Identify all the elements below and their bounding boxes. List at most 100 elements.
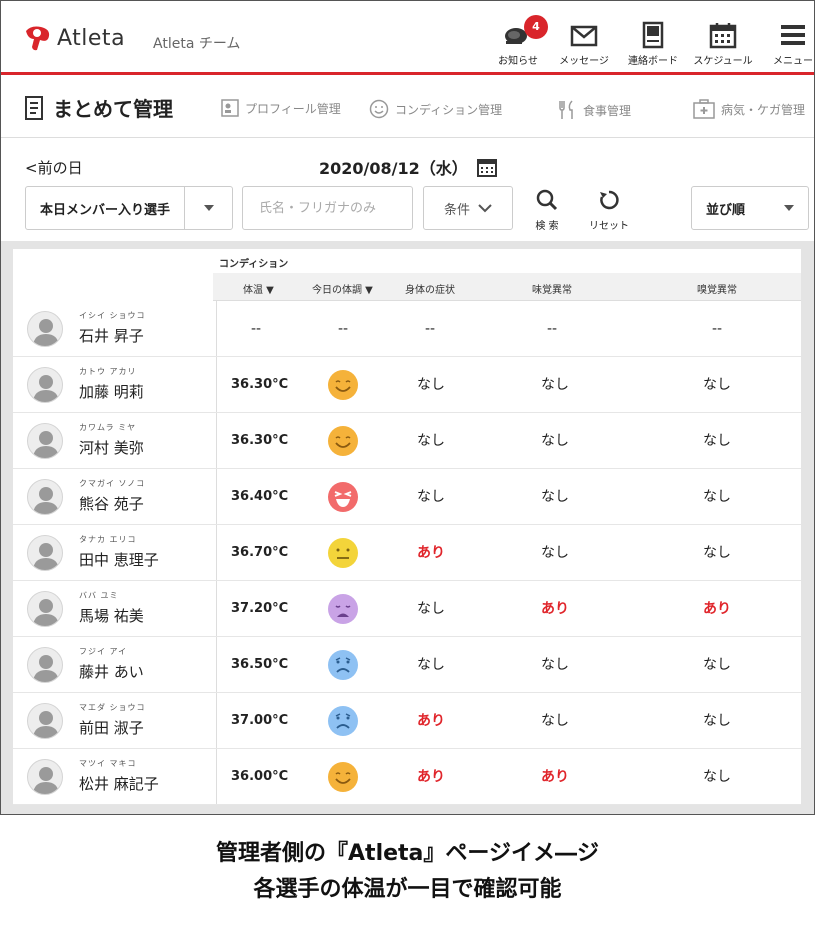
- smell-cell: なし: [703, 377, 731, 393]
- table-row[interactable]: タナカ エリコ 田中 恵理子 36.70°C あり なし なし: [13, 525, 801, 581]
- calendar-icon[interactable]: [476, 156, 498, 178]
- smell-cell: なし: [703, 545, 731, 561]
- player-name[interactable]: 河村 美弥: [79, 437, 144, 458]
- tab-illness[interactable]: 病気・ケガ管理: [693, 99, 805, 119]
- column-divider: [216, 469, 217, 524]
- search-label: 検 索: [535, 221, 559, 232]
- smell-cell: あり: [703, 601, 731, 617]
- nav-menu[interactable]: メニュー: [763, 21, 814, 67]
- table-row[interactable]: クマガイ ソノコ 熊谷 苑子 36.40°C なし なし なし: [13, 469, 801, 525]
- sort-select[interactable]: 並び順: [691, 186, 809, 230]
- nav-label: 連絡ボード: [628, 56, 678, 67]
- column-header-symptom: 身体の症状: [405, 285, 455, 296]
- temperature-cell: 36.40°C: [231, 489, 289, 504]
- table-row[interactable]: カワムラ ミヤ 河村 美弥 36.30°C なし なし なし: [13, 413, 801, 469]
- taste-cell: あり: [541, 769, 569, 785]
- search-icon: [536, 189, 558, 211]
- table-row[interactable]: カトウ アカリ 加藤 明莉 36.30°C なし なし なし: [13, 357, 801, 413]
- table-row[interactable]: フジイ アイ 藤井 あい 36.50°C なし なし なし: [13, 637, 801, 693]
- player-name[interactable]: 田中 恵理子: [79, 549, 159, 570]
- taste-cell: --: [547, 321, 558, 337]
- smell-cell: なし: [703, 657, 731, 673]
- nav-board[interactable]: 連絡ボード: [623, 21, 683, 67]
- reset-button[interactable]: リセット: [589, 189, 629, 232]
- avatar: [27, 703, 63, 739]
- tab-profile[interactable]: プロフィール管理: [221, 99, 341, 117]
- table-row[interactable]: マエダ ショウコ 前田 淑子 37.00°C あり なし なし: [13, 693, 801, 749]
- mood-empty: --: [338, 321, 349, 337]
- player-name[interactable]: 松井 麻記子: [79, 773, 159, 794]
- player-kana: カトウ アカリ: [79, 367, 137, 376]
- envelope-icon: [570, 25, 598, 47]
- chevron-left-icon: <: [25, 159, 38, 177]
- column-header-temp[interactable]: 体温 ▼: [243, 281, 274, 296]
- symptom-cell: あり: [417, 713, 445, 729]
- table-row[interactable]: ババ ユミ 馬場 祐美 37.20°C なし あり あり: [13, 581, 801, 637]
- avatar: [27, 535, 63, 571]
- tab-label: 病気・ケガ管理: [721, 102, 806, 117]
- logo[interactable]: Atleta: [23, 23, 125, 53]
- temperature-cell: --: [251, 321, 262, 337]
- name-search-input[interactable]: [242, 186, 413, 230]
- current-date: 2020/08/12（水）: [319, 155, 498, 179]
- nav-label: メッセージ: [559, 56, 609, 67]
- calendar-icon: [709, 23, 737, 49]
- mood-smile-icon: [328, 370, 358, 400]
- column-divider: [216, 749, 217, 804]
- mood-laugh-icon: [328, 482, 358, 512]
- condition-button[interactable]: 条件: [423, 186, 513, 230]
- avatar: [27, 479, 63, 515]
- player-name[interactable]: 前田 淑子: [79, 717, 144, 738]
- symptom-cell: なし: [417, 489, 445, 505]
- symptom-cell: なし: [417, 657, 445, 673]
- tab-label: コンディション管理: [395, 102, 503, 117]
- nav-label: メニュー: [773, 56, 813, 67]
- taste-cell: なし: [541, 489, 569, 505]
- temperature-cell: 37.00°C: [231, 713, 289, 728]
- table-row[interactable]: マツイ マキコ 松井 麻記子 36.00°C あり あり なし: [13, 749, 801, 805]
- nav-notifications[interactable]: 4 お知らせ: [488, 15, 548, 67]
- fork-knife-icon: [559, 100, 573, 119]
- player-name[interactable]: 石井 昇子: [79, 325, 144, 346]
- player-name[interactable]: 馬場 祐美: [79, 605, 144, 626]
- app-frame: Atleta Atleta チーム 4 お知らせ メッセージ 連絡ボード スケジ…: [0, 0, 815, 815]
- player-kana: カワムラ ミヤ: [79, 423, 137, 432]
- nav-label: お知らせ: [498, 56, 538, 67]
- tab-condition[interactable]: コンディション管理: [369, 99, 502, 119]
- tab-meal[interactable]: 食事管理: [557, 99, 631, 121]
- player-name[interactable]: 加藤 明莉: [79, 381, 144, 402]
- search-button[interactable]: 検 索: [527, 189, 567, 232]
- chevron-down-icon: [478, 204, 492, 213]
- top-bar: Atleta Atleta チーム 4 お知らせ メッセージ 連絡ボード スケジ…: [1, 1, 814, 75]
- temperature-cell: 36.30°C: [231, 377, 289, 392]
- caption-line-2: 各選手の体温が一目で確認可能: [253, 877, 562, 902]
- prev-day-link[interactable]: <前の日: [25, 157, 83, 178]
- document-icon: [25, 95, 43, 120]
- smell-cell: なし: [703, 769, 731, 785]
- player-name[interactable]: 藤井 あい: [79, 661, 144, 682]
- smile-icon: [369, 99, 389, 119]
- taste-cell: あり: [541, 601, 569, 617]
- taste-cell: なし: [541, 713, 569, 729]
- player-kana: イシイ ショウコ: [79, 311, 146, 320]
- mood-smile-icon: [328, 426, 358, 456]
- column-header-smell: 嗅覚異常: [697, 285, 737, 296]
- player-kana: クマガイ ソノコ: [79, 479, 146, 488]
- player-kana: ババ ユミ: [79, 591, 119, 600]
- player-name[interactable]: 熊谷 苑子: [79, 493, 144, 514]
- column-header-taste: 味覚異常: [532, 285, 572, 296]
- column-divider: [216, 525, 217, 580]
- nav-messages[interactable]: メッセージ: [554, 21, 614, 67]
- board-icon: [642, 21, 664, 49]
- column-divider: [216, 357, 217, 412]
- temperature-cell: 36.30°C: [231, 433, 289, 448]
- page-title-text: まとめて管理: [53, 97, 173, 121]
- table-row[interactable]: イシイ ショウコ 石井 昇子 -- -- -- -- --: [13, 301, 801, 357]
- caption-line-1: 管理者側の『Atleta』ページイメ―ジ: [216, 841, 599, 866]
- member-select[interactable]: 本日メンバー入り選手: [25, 186, 233, 230]
- column-header-mood[interactable]: 今日の体調 ▼: [312, 281, 373, 296]
- symptom-cell: なし: [417, 433, 445, 449]
- logo-text: Atleta: [57, 25, 126, 51]
- player-kana: マエダ ショウコ: [79, 703, 146, 712]
- nav-schedule[interactable]: スケジュール: [693, 21, 753, 67]
